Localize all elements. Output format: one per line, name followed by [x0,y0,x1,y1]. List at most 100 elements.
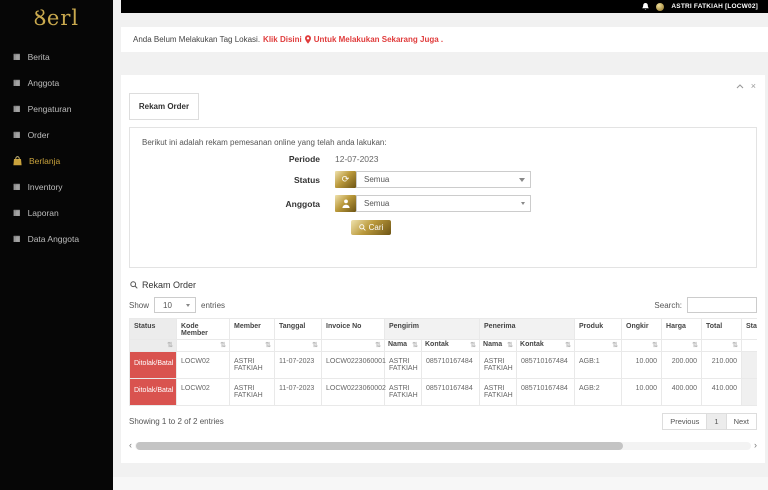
card-controls: × [736,82,756,91]
page-1-button[interactable]: 1 [706,414,727,429]
menu-grid-icon: ▦ [13,182,21,191]
cell-kode-member: LOCW02 [176,351,230,379]
header-row-1: Status Kode Member Member Tanggal Invoic… [129,318,757,340]
filter-panel: Berikut ini adalah rekam pemesanan onlin… [129,127,757,268]
sort-icon[interactable] [312,341,318,349]
table-title-text: Rekam Order [142,280,197,290]
user-menu[interactable]: ASTRI FATKIAH [LOCW02] [671,3,758,10]
tab-rekam-order[interactable]: Rekam Order [129,93,199,120]
horizontal-scrollbar: ‹ › [129,441,757,450]
sidebar-item-pengaturan[interactable]: ▦ Pengaturan [0,96,113,122]
sidebar-item-label: Inventory [27,182,63,192]
rekam-order-card: × Rekam Order Berikut ini adalah rekam p… [121,75,765,463]
sidebar-item-berlanja[interactable]: Berlanja [0,148,113,174]
entries-label: entries [201,300,226,310]
sidebar-item-inventory[interactable]: ▦ Inventory [0,174,113,200]
alert-link[interactable]: Klik Disini [263,35,302,44]
sort-icon[interactable] [412,341,418,349]
cell-penerima-kontak: 085710167484 [516,351,576,379]
col-status[interactable]: Status [129,318,177,340]
table-summary: Showing 1 to 2 of 2 entries [129,417,224,426]
scroll-right-icon[interactable]: › [754,441,757,450]
cell-tanggal: 11-07-2023 [274,351,322,379]
chevron-down-icon [519,178,525,182]
col-member[interactable]: Member [229,318,275,340]
sort-icon[interactable] [470,341,476,349]
subheader-label: Kontak [520,341,544,348]
collapse-icon[interactable] [736,84,744,89]
filter-description: Berikut ini adalah rekam pemesanan onlin… [142,138,387,147]
cell-penerima-kontak: 085710167484 [516,378,576,406]
cell-pengirim-kontak: 085710167484 [420,351,481,379]
sort-icon[interactable] [220,341,226,349]
table-search-input[interactable] [687,297,757,313]
col-pengirim-nama[interactable]: Nama [384,339,422,352]
previous-button[interactable]: Previous [663,414,706,429]
scroll-left-icon[interactable]: ‹ [129,441,132,450]
status-select[interactable]: Semua [356,171,531,188]
anggota-select[interactable]: Semua [356,195,531,212]
anggota-label: Anggota [285,198,320,209]
menu-grid-icon: ▦ [13,208,21,217]
brand-logo[interactable]: Ȣerl [0,0,113,36]
scrollbar-track[interactable] [135,441,751,450]
menu-grid-icon: ▦ [13,234,21,243]
cell-produk: AGB:1 [574,351,623,379]
sidebar-item-anggota[interactable]: ▦ Anggota [0,70,113,96]
col-pengirim-kontak[interactable]: Kontak [420,339,481,352]
col-invoice[interactable]: Invoice No [321,318,385,340]
cell-pengirim-nama: ASTRI FATKIAH [384,378,422,406]
shopping-bag-icon [13,156,22,166]
page-size-value: 10 [163,300,172,310]
cell-pengirim-kontak: 085710167484 [420,378,481,406]
col-harga[interactable]: Harga [661,318,703,340]
bell-icon[interactable] [642,2,650,11]
sort-icon[interactable] [692,341,698,349]
table-row: Ditolak/Batal LOCW02 ASTRI FATKIAH 11-07… [129,378,757,406]
col-group-penerima: Penerima [479,318,576,340]
table-footer: Showing 1 to 2 of 2 entries Previous 1 N… [129,413,757,430]
alert-message: Anda Belum Melakukan Tag Lokasi. [133,35,261,44]
sort-icon[interactable] [507,341,513,349]
cari-button[interactable]: Cari [351,220,391,235]
sidebar-item-label: Data Anggota [27,234,80,244]
sort-icon[interactable] [612,341,618,349]
col-produk[interactable]: Produk [574,318,623,340]
close-icon[interactable]: × [751,82,756,91]
next-button[interactable]: Next [727,414,756,429]
sidebar-item-laporan[interactable]: ▦ Laporan [0,200,113,226]
scrollbar-thumb[interactable] [136,441,623,450]
show-label: Show [129,300,150,310]
sort-icon[interactable] [652,341,658,349]
sort-icon[interactable] [167,341,173,349]
sort-icon[interactable] [375,341,381,349]
page-size-select[interactable]: 10 [154,297,197,313]
cell-kode-member: LOCW02 [176,378,230,406]
col-kode-member[interactable]: Kode Member [176,318,230,340]
sort-icon[interactable] [732,341,738,349]
col-penerima-nama[interactable]: Nama [479,339,518,352]
col-ongkir[interactable]: Ongkir [621,318,663,340]
sidebar-item-berita[interactable]: ▦ Berita [0,44,113,70]
anggota-row: Anggota Semua [130,195,756,212]
cell-ongkir: 10.000 [621,351,663,379]
col-group-pengirim: Pengirim [383,318,481,340]
page-footer [113,477,768,490]
col-status-bayar[interactable]: Status [741,318,757,340]
cell-invoice: LOCW0223060002 [321,378,386,406]
sidebar: Ȣerl ▦ Berita ▦ Anggota ▦ Pengaturan ▦ O… [0,0,113,490]
col-total[interactable]: Total [701,318,743,340]
table-row: Ditolak/Batal LOCW02 ASTRI FATKIAH 11-07… [129,351,757,379]
sort-icon[interactable] [265,341,271,349]
col-tanggal[interactable]: Tanggal [274,318,322,340]
cell-total: 210.000 [701,351,743,379]
menu-grid-icon: ▦ [13,52,21,61]
sidebar-item-order[interactable]: ▦ Order [0,122,113,148]
col-penerima-kontak[interactable]: Kontak [516,339,576,352]
menu-grid-icon: ▦ [13,130,21,139]
periode-row: Periode 12-07-2023 [130,154,756,164]
alert-link-tail[interactable]: Untuk Melakukan Sekarang Juga . [314,35,443,44]
sort-icon[interactable] [565,341,571,349]
sidebar-item-data-anggota[interactable]: ▦ Data Anggota [0,226,113,252]
cell-invoice: LOCW0223060001 [321,351,386,379]
